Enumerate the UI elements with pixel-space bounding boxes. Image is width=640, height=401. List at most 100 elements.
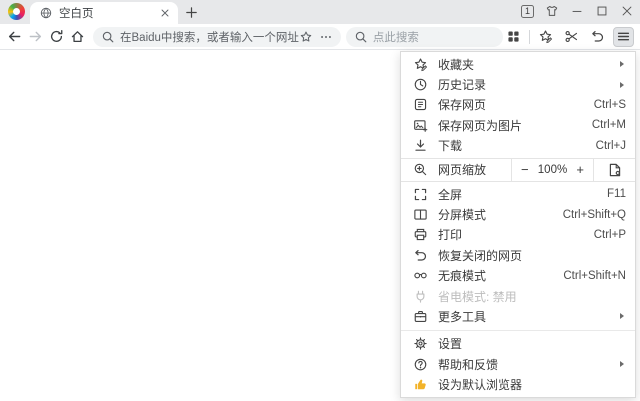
more-dots-icon[interactable] [319,30,333,44]
menu-item-shortcut: Ctrl+S [594,99,626,111]
tab-close-icon[interactable] [158,6,172,20]
menu-item-thumb-up[interactable]: 设为默认浏览器 [401,374,635,394]
search-icon [101,30,115,44]
screenshot-scissors-icon[interactable] [561,27,582,47]
menu-item-shortcut: Ctrl+J [596,140,626,152]
settings-gear-icon [413,336,428,351]
menu-separator [401,330,635,331]
zoom-out-button[interactable]: − [521,163,529,176]
bookmark-star-icon[interactable] [299,30,313,44]
maximize-icon[interactable] [595,4,609,18]
menu-item-printer[interactable]: 打印Ctrl+P [401,225,635,245]
menu-item-label: 全屏 [438,186,607,203]
toolbar-divider [529,30,530,44]
menu-item-incognito[interactable]: 无痕模式Ctrl+Shift+N [401,266,635,286]
incognito-icon [413,268,428,283]
restore-undo-icon[interactable] [587,27,608,47]
globe-icon [39,6,53,20]
close-icon[interactable] [620,4,634,18]
help-icon [413,357,428,372]
menu-item-label: 无痕模式 [438,267,563,284]
save-page-icon [413,97,428,112]
favorites-star-edit-icon[interactable] [535,27,556,47]
menu-item-label: 历史记录 [438,76,620,93]
zoom-in-button[interactable]: + [576,163,584,176]
window-controls: 1 [521,0,634,22]
page-zoom-controls: −100% + [511,159,593,181]
minimize-icon[interactable] [570,4,584,18]
menu-item-fullscreen[interactable]: 全屏F11 [401,184,635,204]
address-bar[interactable]: 在Baidu中搜索，或者输入一个网址 [93,27,341,47]
menu-item-label: 省电模式: 禁用 [438,288,626,305]
favorites-star-edit-icon [413,57,428,72]
menu-item-settings-gear[interactable]: 设置 [401,334,635,354]
download-icon [413,138,428,153]
menu-item-save-image[interactable]: 保存网页为图片Ctrl+M [401,115,635,135]
address-placeholder: 在Baidu中搜索，或者输入一个网址 [120,29,299,45]
theme-shirt-icon[interactable] [545,4,559,18]
menu-item-shortcut: Ctrl+P [594,229,626,241]
submenu-arrow-icon [620,361,624,367]
zoom-in-icon [413,162,428,177]
toolbar-actions [503,27,634,47]
menu-item-power-saving: 省电模式: 禁用 [401,286,635,306]
apps-grid-icon[interactable] [503,27,524,47]
menu-item-favorites-star-edit[interactable]: 收藏夹 [401,54,635,74]
power-saving-icon [413,289,428,304]
tab-count-badge[interactable]: 1 [521,5,534,18]
forward-button [25,26,46,47]
browser-logo[interactable] [8,3,25,20]
menu-item-label: 保存网页为图片 [438,117,592,134]
page-zoom-label-cell: 网页缩放 [401,159,511,181]
printer-icon [413,227,428,242]
save-image-icon [413,118,428,133]
menu-item-label: 保存网页 [438,96,594,113]
split-screen-icon [413,207,428,222]
menu-item-download[interactable]: 下载Ctrl+J [401,136,635,156]
hamburger-menu-icon[interactable] [613,27,634,47]
restore-undo-icon [413,248,428,263]
submenu-arrow-icon [620,61,624,67]
search-box[interactable]: 点此搜索 [346,27,503,47]
page-gear-icon [607,162,623,178]
menu-item-help[interactable]: 帮助和反馈 [401,354,635,374]
page-action-button[interactable] [593,159,635,181]
menu-item-label: 帮助和反馈 [438,356,620,373]
menu-item-history-clock[interactable]: 历史记录 [401,74,635,94]
menu-item-label: 设为默认浏览器 [438,376,626,393]
menu-item-label: 分屏模式 [438,206,563,223]
fullscreen-icon [413,187,428,202]
search-placeholder: 点此搜索 [373,29,495,45]
menu-item-split-screen[interactable]: 分屏模式Ctrl+Shift+Q [401,204,635,224]
tab-strip: 空白页 1 [0,0,640,24]
submenu-arrow-icon [620,313,624,319]
zoom-level-value: 100% [538,164,567,176]
menu-item-shortcut: Ctrl+Shift+N [563,270,626,282]
thumb-up-icon [413,377,428,392]
new-tab-button[interactable] [184,5,199,20]
browser-main-menu: 收藏夹历史记录保存网页Ctrl+S保存网页为图片Ctrl+M下载Ctrl+J网页… [400,51,636,398]
menu-item-restore-undo[interactable]: 恢复关闭的网页 [401,245,635,265]
submenu-arrow-icon [620,82,624,88]
menu-item-label: 恢复关闭的网页 [438,247,626,264]
navigation-toolbar: 在Baidu中搜索，或者输入一个网址 点此搜索 [0,24,640,50]
menu-item-shortcut: Ctrl+M [592,119,626,131]
search-icon [354,30,368,44]
menu-item-label: 设置 [438,335,626,352]
page-zoom-row: 网页缩放 −100% + [401,158,635,182]
menu-item-shortcut: F11 [607,188,626,200]
menu-item-label: 更多工具 [438,308,620,325]
menu-item-save-page[interactable]: 保存网页Ctrl+S [401,95,635,115]
back-button[interactable] [4,26,25,47]
more-tools-icon [413,309,428,324]
home-button[interactable] [67,26,88,47]
menu-item-shortcut: Ctrl+Shift+Q [563,209,626,221]
menu-item-label: 收藏夹 [438,56,620,73]
menu-item-label: 下载 [438,137,596,154]
menu-item-more-tools[interactable]: 更多工具 [401,306,635,326]
tab-title: 空白页 [59,5,158,21]
tab-blank-page[interactable]: 空白页 [30,2,178,24]
history-clock-icon [413,77,428,92]
page-zoom-label: 网页缩放 [438,161,486,178]
reload-button[interactable] [46,26,67,47]
